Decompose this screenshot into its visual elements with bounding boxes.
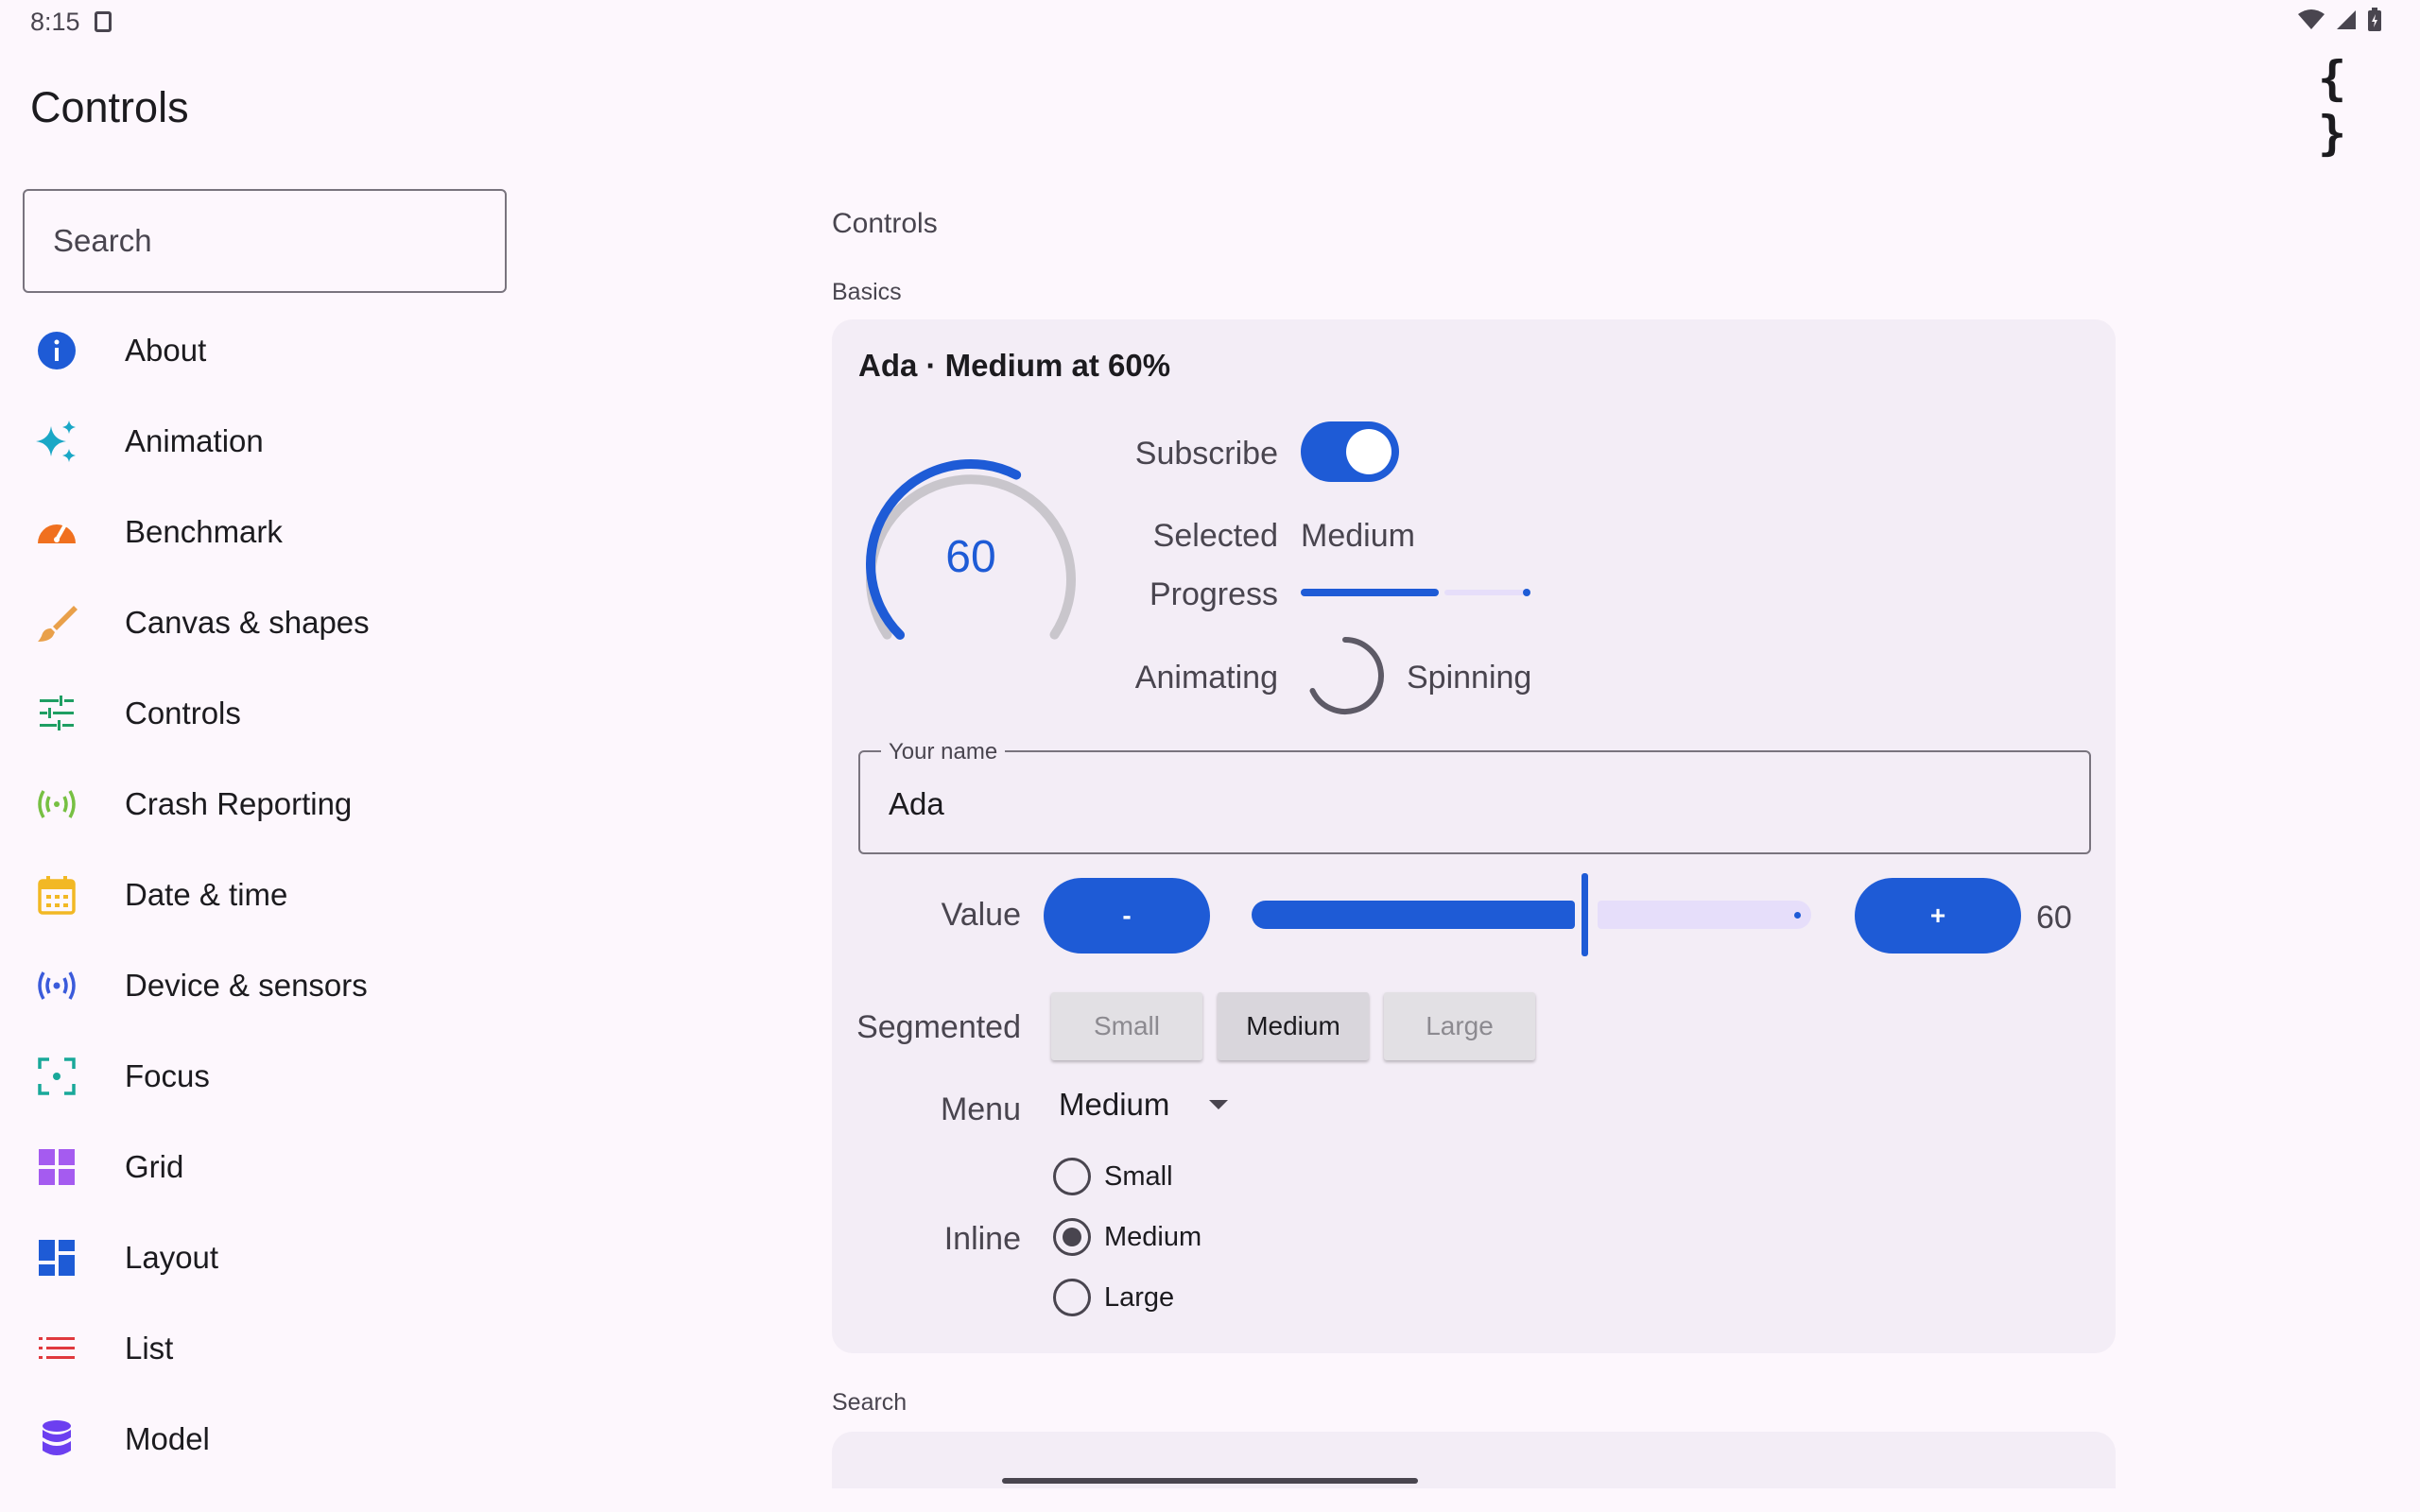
- decrement-button[interactable]: -: [1044, 878, 1210, 954]
- name-field[interactable]: [858, 750, 2091, 854]
- segment-large[interactable]: Large: [1384, 992, 1535, 1060]
- radio-label: Large: [1104, 1281, 1175, 1313]
- segmented-label: Segmented: [856, 1009, 1021, 1045]
- progress-indicator: [1301, 589, 1439, 596]
- slider-stop-indicator: [1794, 912, 1801, 919]
- card-title: Ada · Medium at 60%: [858, 348, 1171, 383]
- search-section-label: Search: [832, 1389, 908, 1416]
- broadcast-icon: [26, 783, 87, 825]
- subscribe-label: Subscribe: [1134, 436, 1278, 472]
- menu-dropdown[interactable]: Medium: [1059, 1087, 1230, 1123]
- radio-button[interactable]: [1053, 1158, 1091, 1195]
- radio-label: Small: [1104, 1160, 1173, 1192]
- page-title: Controls: [30, 83, 189, 131]
- radio-large[interactable]: Large: [1053, 1279, 1174, 1316]
- sidebar-item-label: Device & sensors: [125, 968, 368, 1003]
- slider-thumb[interactable]: [1582, 873, 1588, 956]
- segment-small[interactable]: Small: [1051, 992, 1202, 1060]
- sensors-icon: [26, 965, 87, 1006]
- list-icon: [26, 1328, 87, 1369]
- sidebar-item-crash-reporting[interactable]: Crash Reporting: [23, 759, 552, 850]
- wifi-icon: [2298, 9, 2325, 29]
- spinner-icon: [1309, 637, 1384, 714]
- sidebar-item-label: Model: [125, 1421, 210, 1456]
- menu-label: Menu: [940, 1091, 1021, 1127]
- inline-label: Inline: [943, 1221, 1021, 1257]
- sidebar-item-label: Focus: [125, 1058, 210, 1093]
- dashboard-icon: [26, 1237, 87, 1279]
- sidebar-item-label: Date & time: [125, 877, 288, 912]
- radio-button[interactable]: [1053, 1279, 1091, 1316]
- sidebar-item-label: About: [125, 333, 207, 368]
- subscribe-toggle[interactable]: [1301, 421, 1399, 482]
- speedometer-icon: [26, 511, 87, 553]
- sidebar-item-label: Layout: [125, 1240, 219, 1275]
- radio-medium[interactable]: Medium: [1053, 1218, 1201, 1256]
- slider-active-track: [1252, 901, 1575, 929]
- animating-value: Spinning: [1407, 660, 1532, 696]
- signal-icon: [2337, 10, 2356, 29]
- dropdown-arrow-icon: [1209, 1100, 1229, 1109]
- selected-label: Selected: [1152, 518, 1278, 554]
- segment-medium[interactable]: Medium: [1218, 992, 1369, 1060]
- progress-stop: [1523, 589, 1530, 596]
- toggle-knob: [1346, 429, 1392, 474]
- sidebar-item-animation[interactable]: Animation: [23, 396, 552, 487]
- sidebar-item-about[interactable]: About: [23, 305, 552, 396]
- radio-label: Medium: [1104, 1221, 1202, 1252]
- slider-inactive-track[interactable]: [1598, 901, 1811, 929]
- name-field-label: Your name: [881, 739, 1006, 765]
- sidebar-item-device-sensors[interactable]: Device & sensors: [23, 940, 552, 1031]
- info-icon: [26, 330, 87, 371]
- sidebar-item-grid[interactable]: Grid: [23, 1122, 552, 1212]
- radio-button[interactable]: [1053, 1218, 1091, 1256]
- increment-button[interactable]: +: [1855, 878, 2021, 954]
- selected-value: Medium: [1301, 518, 1415, 554]
- progress-track: [1444, 590, 1528, 595]
- progress-label: Progress: [1149, 576, 1278, 612]
- battery-icon: [2368, 8, 2381, 31]
- menu-value: Medium: [1059, 1087, 1170, 1122]
- notification-icon: [95, 11, 112, 32]
- sidebar-item-focus[interactable]: Focus: [23, 1031, 552, 1122]
- grid-icon: [26, 1146, 87, 1188]
- value-number: 60: [2036, 900, 2072, 936]
- sidebar-item-controls[interactable]: Controls: [23, 668, 552, 759]
- sidebar-item-canvas-shapes[interactable]: Canvas & shapes: [23, 577, 552, 668]
- search-placeholder: Search: [53, 223, 152, 258]
- sidebar-item-label: List: [125, 1331, 174, 1366]
- basics-label: Basics: [832, 279, 902, 305]
- section-title: Controls: [832, 208, 938, 239]
- animating-label: Animating: [1134, 660, 1278, 696]
- home-indicator[interactable]: [1002, 1478, 1418, 1484]
- sidebar-item-label: Controls: [125, 696, 241, 730]
- tune-icon: [26, 693, 87, 734]
- sidebar-item-label: Grid: [125, 1149, 184, 1184]
- sidebar-item-benchmark[interactable]: Benchmark: [23, 487, 552, 577]
- radio-small[interactable]: Small: [1053, 1158, 1173, 1195]
- sidebar-item-model[interactable]: Model: [23, 1394, 552, 1485]
- database-icon: [26, 1418, 87, 1460]
- focus-icon: [26, 1056, 87, 1097]
- sidebar-item-label: Animation: [125, 423, 264, 458]
- sidebar-item-label: Canvas & shapes: [125, 605, 370, 640]
- sidebar-item-layout[interactable]: Layout: [23, 1212, 552, 1303]
- search-input[interactable]: Search: [23, 189, 507, 293]
- status-time: 8:15: [30, 8, 80, 36]
- name-field-value[interactable]: Ada: [889, 786, 944, 822]
- status-icons: [2297, 8, 2382, 32]
- sidebar-item-list[interactable]: List: [23, 1303, 552, 1394]
- calendar-icon: [26, 874, 87, 916]
- sidebar-item-label: Benchmark: [125, 514, 283, 549]
- brush-icon: [26, 602, 87, 644]
- sparkle-icon: [26, 419, 87, 464]
- sidebar-item-date-time[interactable]: Date & time: [23, 850, 552, 940]
- sidebar-item-label: Crash Reporting: [125, 786, 353, 821]
- code-view-button[interactable]: { }: [2318, 51, 2386, 161]
- value-label: Value: [941, 897, 1021, 933]
- sidebar-nav: About Animation Benchmark Canvas & shape…: [23, 305, 552, 1485]
